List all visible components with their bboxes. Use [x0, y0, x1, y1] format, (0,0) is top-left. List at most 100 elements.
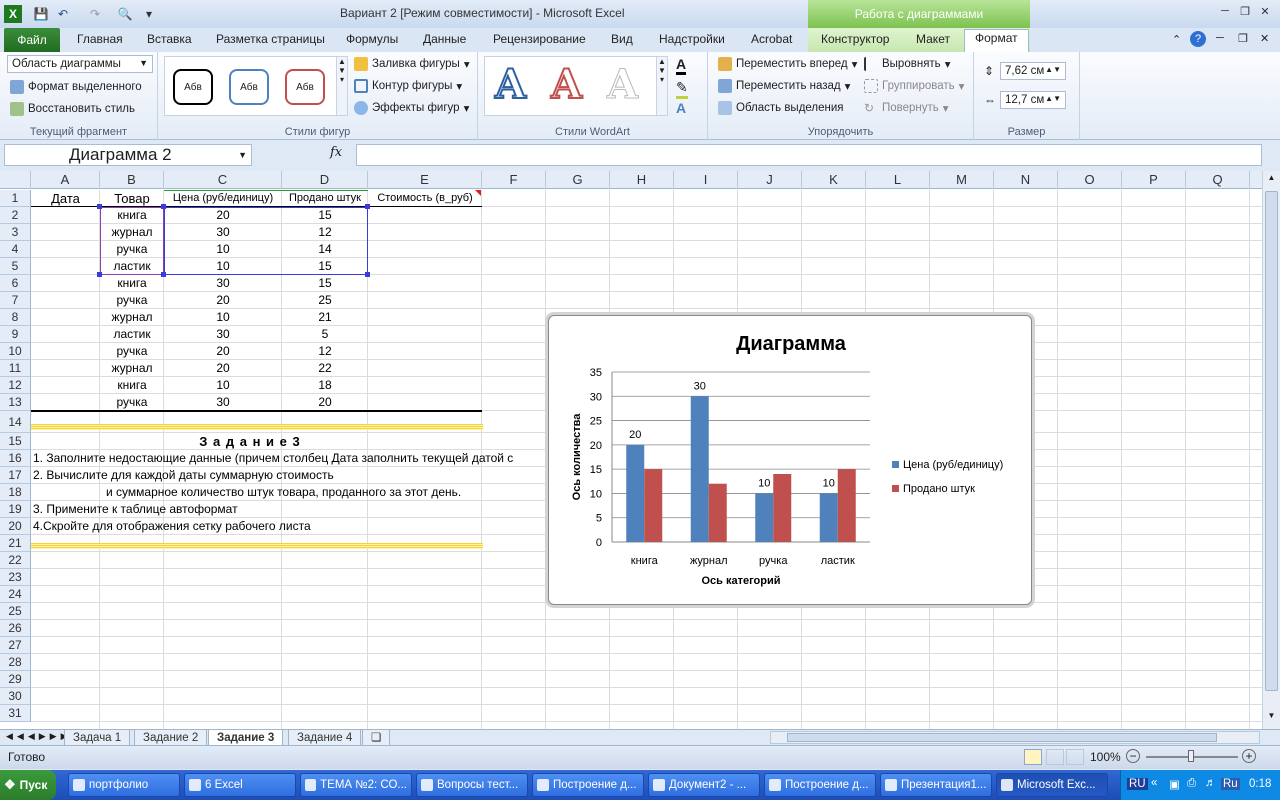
tab-view[interactable]: Вид [611, 32, 633, 46]
column-header[interactable]: A [31, 171, 100, 189]
table-cell[interactable]: ручка [100, 394, 164, 411]
page-layout-view-icon[interactable] [1046, 749, 1064, 765]
table-cell[interactable]: 22 [282, 360, 368, 377]
table-cell[interactable]: 20 [282, 394, 368, 411]
table-cell[interactable]: журнал [100, 360, 164, 377]
tab-review[interactable]: Рецензирование [493, 32, 586, 46]
doc-minimize-icon[interactable]: ─ [1216, 32, 1224, 44]
taskbar-item[interactable]: 6 Excel [184, 773, 296, 797]
column-header[interactable]: K [802, 171, 866, 189]
tab-home[interactable]: Главная [77, 32, 123, 46]
table-cell[interactable]: ручка [100, 292, 164, 309]
sheet-tab-1[interactable]: Задача 1 [64, 730, 131, 746]
page-break-view-icon[interactable] [1066, 749, 1084, 765]
row-header[interactable]: 12 [0, 377, 31, 394]
row-header[interactable]: 9 [0, 326, 31, 343]
table-cell[interactable]: 18 [282, 377, 368, 394]
tab-insert[interactable]: Вставка [147, 32, 192, 46]
column-header[interactable]: N [994, 171, 1058, 189]
row-header[interactable]: 2 [0, 207, 31, 224]
vertical-scrollbar[interactable]: ▲ ▼ [1262, 171, 1280, 729]
excel-logo-icon[interactable]: X [4, 5, 22, 23]
zoom-out-icon[interactable]: − [1126, 749, 1140, 763]
keyboard-layout[interactable]: Ru [1221, 778, 1240, 790]
close-icon[interactable]: ✕ [1258, 4, 1272, 18]
print-preview-icon[interactable]: 🔍 [116, 5, 134, 23]
taskbar-item[interactable]: Microsoft Exc... [996, 773, 1108, 797]
range-handle[interactable] [97, 272, 102, 277]
task-line[interactable]: 1. Заполните недостающие данные (причем … [31, 450, 513, 467]
column-header[interactable]: D [282, 171, 368, 189]
row-header[interactable]: 23 [0, 569, 31, 586]
row-header[interactable]: 13 [0, 394, 31, 411]
column-header[interactable]: H [610, 171, 674, 189]
rotate-button[interactable]: ↻ Повернуть ▾ [864, 101, 949, 115]
chart-area[interactable]: Диаграмма 0 5 10 15 20 25 30 35 книга 20 журнал 30 ру… [548, 315, 1032, 605]
table-cell[interactable]: 5 [282, 326, 368, 343]
task-line[interactable]: 3. Примените к таблице автоформат [31, 501, 238, 518]
table-cell[interactable]: ластик [100, 326, 164, 343]
task-line[interactable]: 4.Скройте для отображения сетку рабочего… [31, 518, 311, 535]
horizontal-scrollbar[interactable] [770, 731, 1260, 744]
row-header[interactable]: 30 [0, 688, 31, 705]
column-header[interactable]: C [164, 171, 282, 189]
width-input[interactable]: 12,7 см ▲▼ [1000, 91, 1066, 109]
row-header[interactable]: 5 [0, 258, 31, 275]
sheet-tab-4[interactable]: Задание 4 [288, 730, 362, 746]
wordart-style-blue[interactable]: A [494, 60, 527, 109]
row-header[interactable]: 16 [0, 450, 31, 467]
normal-view-icon[interactable] [1024, 749, 1042, 765]
sheet-tab-3[interactable]: Задание 3 [208, 730, 284, 746]
customize-qat-icon[interactable]: ▾ [140, 5, 158, 23]
scroll-down-icon[interactable]: ▼ [1265, 711, 1278, 725]
format-selection-button[interactable]: Формат выделенного [10, 80, 142, 94]
table-cell[interactable]: 20 [164, 292, 282, 309]
taskbar-item[interactable]: Документ2 - ... [648, 773, 760, 797]
name-box[interactable]: Диаграмма 2 ▼ [4, 144, 252, 166]
column-header[interactable]: E [368, 171, 482, 189]
row-header[interactable]: 26 [0, 620, 31, 637]
shape-style-red[interactable]: Абв [285, 69, 325, 105]
bring-forward-button[interactable]: Переместить вперед ▾ [718, 57, 857, 71]
doc-restore-icon[interactable]: ❐ [1238, 32, 1248, 45]
table-header-cell[interactable]: Дата [31, 190, 100, 207]
shape-style-blue[interactable]: Абв [229, 69, 269, 105]
shape-fill-button[interactable]: Заливка фигуры ▾ [354, 57, 470, 71]
table-cell[interactable]: 30 [164, 394, 282, 411]
table-cell[interactable]: 30 [164, 275, 282, 292]
column-header[interactable]: L [866, 171, 930, 189]
table-cell[interactable]: 21 [282, 309, 368, 326]
insert-sheet-icon[interactable]: ❏ [362, 730, 391, 746]
taskbar-item[interactable]: Вопросы тест... [416, 773, 528, 797]
column-header[interactable]: Q [1186, 171, 1250, 189]
table-cell[interactable]: 20 [164, 360, 282, 377]
sheet-nav-icon[interactable]: ◀◀◀▶▶▶ [6, 731, 72, 742]
shape-style-black[interactable]: Абв [173, 69, 213, 105]
range-handle[interactable] [365, 272, 370, 277]
row-header[interactable]: 14 [0, 411, 31, 433]
taskbar-item[interactable]: портфолио [68, 773, 180, 797]
row-header[interactable]: 31 [0, 705, 31, 722]
align-button[interactable]: Выровнять ▾ [864, 57, 950, 71]
text-effects-icon[interactable]: A [676, 100, 686, 116]
save-icon[interactable]: 💾 [32, 5, 50, 23]
redo-icon[interactable]: ↷ [86, 5, 104, 23]
group-button[interactable]: Группировать ▾ [864, 79, 964, 93]
chart-elements-combo[interactable]: Область диаграммы ▼ [7, 55, 153, 73]
shape-effects-button[interactable]: Эффекты фигур ▾ [354, 101, 469, 115]
row-header[interactable]: 10 [0, 343, 31, 360]
tab-addins[interactable]: Надстройки [659, 32, 725, 46]
column-header[interactable]: O [1058, 171, 1122, 189]
table-header-cell[interactable]: Стоимость (в_руб) [368, 190, 482, 207]
undo-icon[interactable]: ↶ [54, 5, 72, 23]
wordart-style-plain[interactable]: A [606, 61, 638, 109]
range-handle[interactable] [365, 204, 370, 209]
tab-formulas[interactable]: Формулы [346, 32, 398, 46]
range-handle[interactable] [161, 204, 166, 209]
tab-format[interactable]: Формат [964, 29, 1029, 52]
tab-page-layout[interactable]: Разметка страницы [216, 32, 325, 46]
table-cell[interactable]: книга [100, 275, 164, 292]
scroll-up-icon[interactable]: ▲ [1265, 173, 1278, 187]
row-header[interactable]: 11 [0, 360, 31, 377]
task-title[interactable]: З а д а н и е 3 [140, 433, 360, 450]
